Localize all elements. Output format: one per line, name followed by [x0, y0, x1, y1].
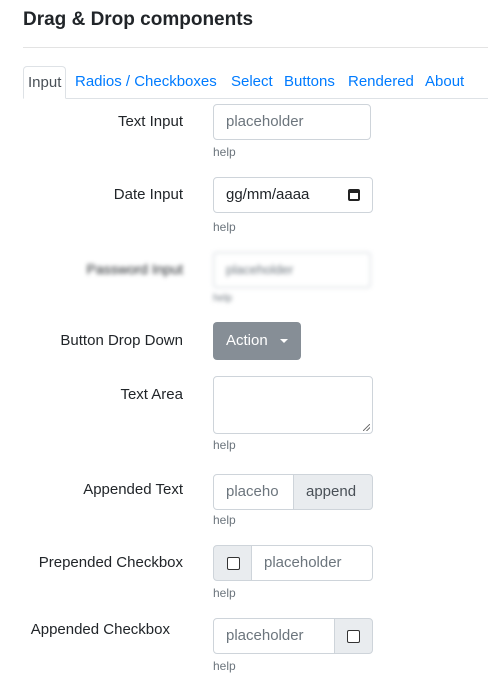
appended-text-label: Appended Text	[83, 481, 183, 498]
tab-rendered[interactable]: Rendered	[344, 66, 418, 97]
tab-about[interactable]: About	[421, 66, 468, 97]
date-input-help: help	[213, 220, 236, 234]
tab-input[interactable]: Input	[23, 66, 67, 99]
tab-bar: Input Radios / Checkboxes Select Buttons…	[23, 66, 488, 99]
appended-checkbox-label: Appended Checkbox	[30, 621, 170, 638]
prepended-checkbox-label: Prepended Checkbox	[38, 554, 183, 571]
appended-checkbox-input[interactable]: placeholder	[213, 618, 335, 654]
appended-checkbox-addon	[334, 618, 373, 654]
tab-buttons[interactable]: Buttons	[280, 66, 339, 97]
password-input-label: Password Input	[86, 261, 184, 277]
calendar-icon[interactable]	[348, 189, 360, 201]
append-addon: append	[293, 474, 373, 510]
button-drop-down-label: Button Drop Down	[60, 332, 183, 349]
appended-text-input[interactable]: placeho	[213, 474, 294, 510]
resize-handle-icon[interactable]	[363, 424, 370, 431]
prepended-checkbox-addon	[213, 545, 252, 581]
text-area[interactable]	[213, 376, 373, 434]
password-input[interactable]: placeholder	[213, 252, 371, 288]
appended-text-group: placeho append	[213, 474, 373, 510]
appended-text-help: help	[213, 513, 236, 527]
date-input-label: Date Input	[113, 186, 183, 203]
prepended-checkbox-input[interactable]: placeholder	[251, 545, 373, 581]
title-divider	[23, 47, 488, 48]
tab-select[interactable]: Select	[227, 66, 277, 97]
prepended-checkbox-group: placeholder	[213, 545, 373, 581]
prepended-checkbox-help: help	[213, 586, 236, 600]
appended-checkbox-help: help	[213, 659, 236, 673]
appended-checkbox[interactable]	[347, 630, 360, 643]
action-button-label: Action	[226, 332, 268, 349]
tab-radios-checkboxes[interactable]: Radios / Checkboxes	[71, 66, 221, 97]
appended-checkbox-group: placeholder	[213, 618, 373, 654]
date-input-value: gg/mm/aaaa	[226, 186, 310, 203]
date-input[interactable]: gg/mm/aaaa	[213, 177, 373, 213]
text-input[interactable]: placeholder	[213, 104, 371, 140]
caret-down-icon	[280, 339, 288, 343]
text-input-label: Text Input	[117, 113, 183, 130]
text-input-help: help	[213, 145, 236, 159]
action-dropdown-button[interactable]: Action	[213, 322, 301, 360]
password-input-help: help	[213, 293, 232, 304]
text-area-label: Text Area	[120, 386, 183, 403]
page-title: Drag & Drop components	[23, 9, 254, 30]
prepended-checkbox[interactable]	[227, 557, 240, 570]
text-area-help: help	[213, 438, 236, 452]
